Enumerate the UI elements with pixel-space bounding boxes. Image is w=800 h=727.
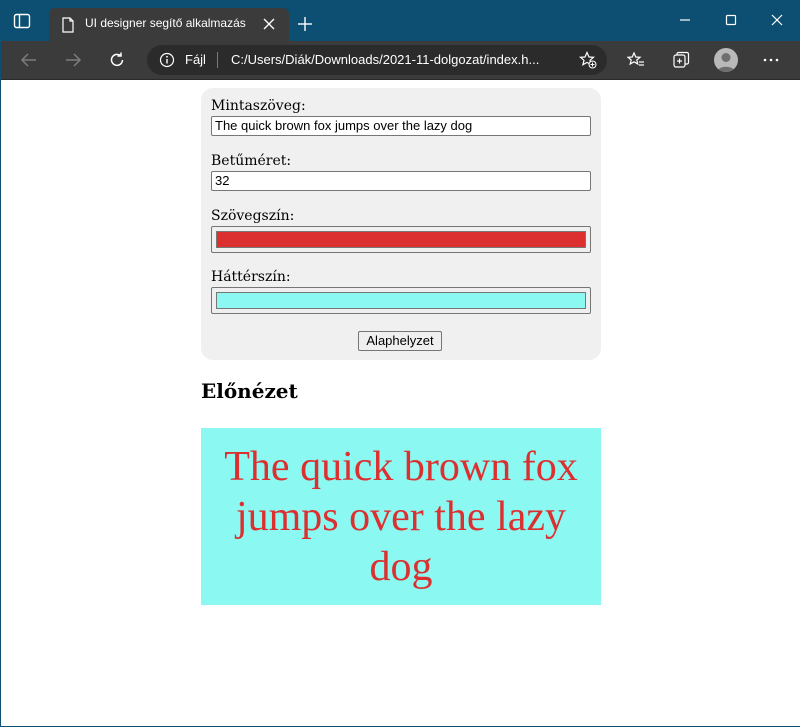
new-tab-icon[interactable] — [297, 16, 313, 32]
refresh-icon[interactable] — [108, 51, 126, 69]
tab-title: UI designer segítő alkalmazás — [85, 16, 246, 30]
sample-text-input[interactable]: The quick brown fox jumps over the lazy … — [211, 116, 591, 136]
background-color-swatch — [216, 292, 586, 309]
minimize-icon[interactable] — [675, 10, 695, 30]
settings-panel: Mintaszöveg: The quick brown fox jumps o… — [201, 88, 601, 360]
background-color-picker[interactable] — [211, 287, 591, 314]
more-menu-icon[interactable] — [762, 51, 780, 69]
address-scheme-label: Fájl — [185, 52, 206, 67]
text-color-picker[interactable] — [211, 226, 591, 253]
browser-toolbar: Fájl C:/Users/Diák/Downloads/2021-11-dol… — [1, 41, 800, 80]
info-icon[interactable] — [159, 52, 175, 68]
title-bar: UI designer segítő alkalmazás — [1, 0, 800, 41]
font-size-input[interactable]: 32 — [211, 171, 591, 191]
preview-heading: Előnézet — [201, 379, 298, 403]
address-separator — [217, 52, 218, 68]
preview-box: The quick brown fox jumps over the lazy … — [201, 428, 601, 605]
maximize-icon[interactable] — [721, 10, 741, 30]
profile-avatar-icon[interactable] — [714, 48, 738, 72]
favorites-icon[interactable] — [627, 51, 645, 69]
close-tab-icon[interactable] — [263, 18, 275, 30]
address-bar[interactable]: Fájl C:/Users/Diák/Downloads/2021-11-dol… — [147, 45, 607, 75]
address-url[interactable]: C:/Users/Diák/Downloads/2021-11-dolgozat… — [231, 52, 539, 67]
background-color-label: Háttérszín: — [211, 269, 291, 285]
text-color-swatch — [216, 231, 586, 248]
font-size-label: Betűméret: — [211, 153, 292, 169]
browser-window: UI designer segítő alkalmazás Fájl C:/Us… — [0, 0, 800, 727]
preview-text: The quick brown fox jumps over the lazy … — [224, 444, 578, 590]
add-favorite-icon[interactable] — [579, 51, 597, 69]
page-content: Mintaszöveg: The quick brown fox jumps o… — [2, 80, 800, 726]
close-window-icon[interactable] — [767, 10, 787, 30]
text-color-label: Szövegszín: — [211, 208, 295, 224]
back-icon[interactable] — [20, 51, 38, 69]
forward-icon[interactable] — [64, 51, 82, 69]
sample-text-label: Mintaszöveg: — [211, 98, 306, 114]
page-icon — [62, 17, 74, 33]
reset-button[interactable]: Alaphelyzet — [358, 331, 442, 351]
browser-tab[interactable]: UI designer segítő alkalmazás — [49, 8, 289, 41]
tab-actions-icon[interactable] — [13, 12, 31, 30]
collections-icon[interactable] — [672, 51, 690, 69]
